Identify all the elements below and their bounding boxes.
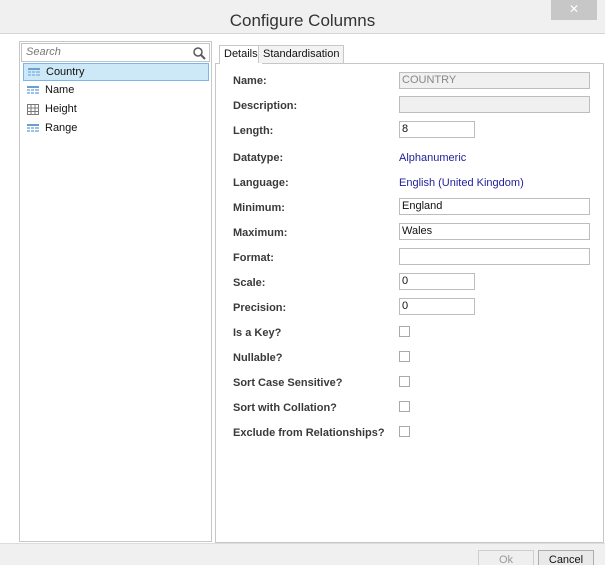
precision-label: Precision:: [233, 302, 287, 314]
text-column-icon: [27, 124, 39, 132]
minimum-label: Minimum:: [233, 202, 285, 214]
numeric-column-icon: [27, 104, 39, 115]
cancel-button[interactable]: Cancel: [538, 550, 594, 565]
search-icon[interactable]: [192, 46, 206, 60]
sort-with-collation-label: Sort with Collation?: [233, 402, 337, 414]
column-item-label: Name: [45, 84, 75, 96]
name-field[interactable]: COUNTRY: [399, 72, 590, 89]
minimum-field[interactable]: England: [399, 198, 590, 215]
search-placeholder: Search: [26, 46, 61, 58]
tab-standardisation[interactable]: Standardisation: [258, 45, 345, 63]
exclude-from-relationships-label: Exclude from Relationships?: [233, 427, 385, 439]
name-label: Name:: [233, 75, 267, 87]
maximum-field[interactable]: Wales: [399, 223, 590, 240]
column-item-height[interactable]: Height: [23, 101, 209, 119]
column-item-label: Country: [46, 66, 85, 78]
scale-field[interactable]: 0: [399, 273, 475, 290]
scale-label: Scale:: [233, 277, 266, 289]
column-item-label: Height: [45, 103, 77, 115]
sort-case-sensitive-checkbox[interactable]: [399, 376, 410, 387]
column-item-label: Range: [45, 122, 78, 134]
tab-details[interactable]: Details: [219, 45, 263, 64]
sort-case-sensitive-label: Sort Case Sensitive?: [233, 377, 343, 389]
datatype-link[interactable]: Alphanumeric: [399, 152, 466, 164]
columns-list-panel: Search Country Name Height Range: [19, 41, 212, 542]
language-label: Language:: [233, 177, 289, 189]
length-field[interactable]: 8: [399, 121, 475, 138]
dialog-title: Configure Columns: [229, 11, 376, 30]
exclude-from-relationships-checkbox[interactable]: [399, 426, 410, 437]
text-column-icon: [28, 68, 40, 76]
format-label: Format:: [233, 252, 274, 264]
nullable-checkbox[interactable]: [399, 351, 410, 362]
title-bar: Configure Columns ✕: [0, 0, 605, 34]
precision-field[interactable]: 0: [399, 298, 475, 315]
sort-with-collation-checkbox[interactable]: [399, 401, 410, 412]
column-item-name[interactable]: Name: [23, 82, 209, 100]
column-item-range[interactable]: Range: [23, 120, 209, 138]
language-link[interactable]: English (United Kingdom): [399, 177, 524, 189]
is-key-label: Is a Key?: [233, 327, 282, 339]
description-field[interactable]: [399, 96, 590, 113]
description-label: Description:: [233, 100, 298, 112]
format-field[interactable]: [399, 248, 590, 265]
maximum-label: Maximum:: [233, 227, 288, 239]
close-button[interactable]: ✕: [551, 0, 597, 20]
ok-button[interactable]: Ok: [478, 550, 534, 565]
search-input[interactable]: Search: [21, 43, 210, 62]
is-key-checkbox[interactable]: [399, 326, 410, 337]
text-column-icon: [27, 86, 39, 94]
nullable-label: Nullable?: [233, 352, 283, 364]
column-item-country[interactable]: Country: [23, 63, 209, 81]
length-label: Length:: [233, 125, 274, 137]
datatype-label: Datatype:: [233, 152, 284, 164]
